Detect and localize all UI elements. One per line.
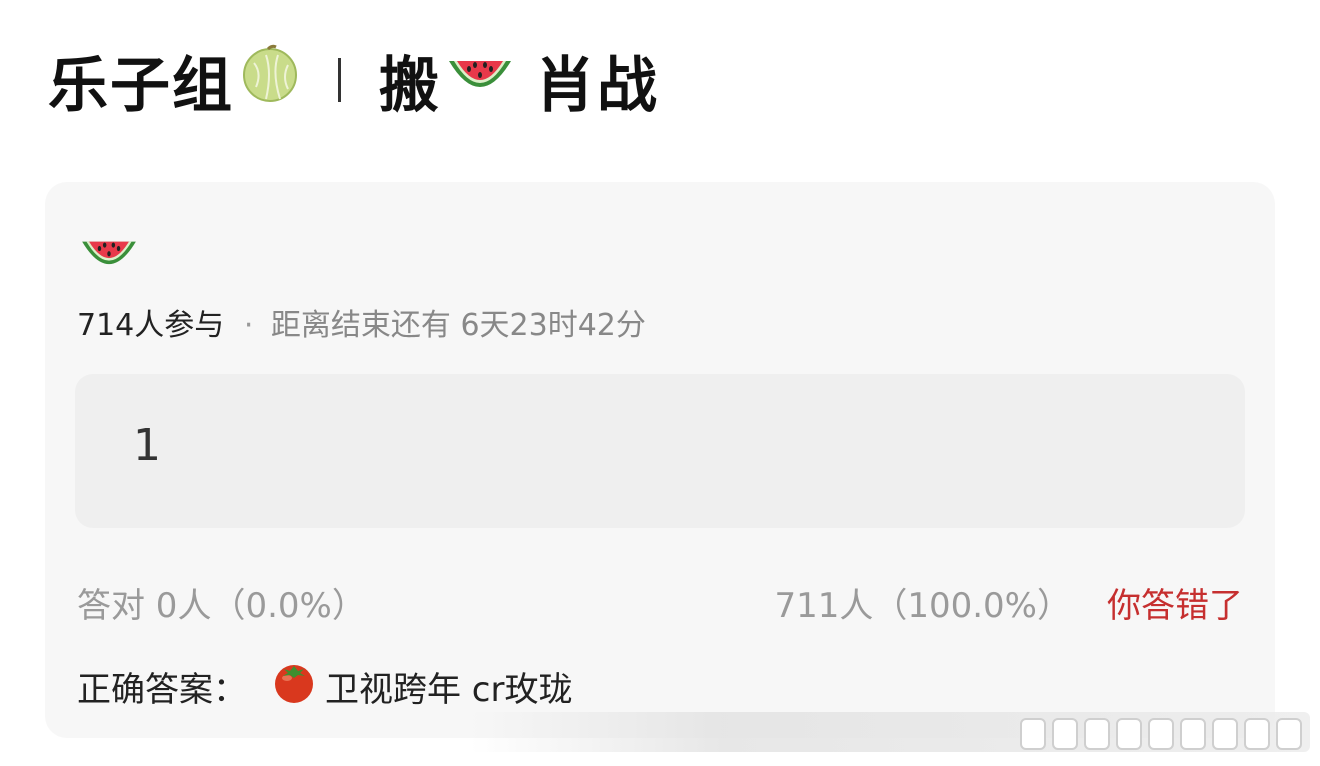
answer-text: 卫视跨年 cr玫珑 xyxy=(325,670,573,710)
correct-stats: 答对 0人（0.0%） xyxy=(77,586,366,626)
watermark-logo xyxy=(1020,718,1302,750)
option-stats: 711人（100.0%） xyxy=(774,586,1071,626)
poll-meta: 714人参与 · 距离结束还有 6天23时42分 xyxy=(77,300,646,344)
watermark xyxy=(470,712,1310,752)
watermelon-icon xyxy=(445,43,515,118)
page-title: 乐子组 搬 肖战 xyxy=(48,40,659,121)
meta-separator: · xyxy=(243,308,254,343)
title-part2: 搬 xyxy=(379,50,441,121)
countdown-text: 距离结束还有 6天23时42分 xyxy=(270,308,646,343)
title-part3: 肖战 xyxy=(535,50,659,121)
title-divider xyxy=(338,58,341,102)
poll-option[interactable]: 1 xyxy=(75,374,1245,528)
poll-card: 714人参与 · 距离结束还有 6天23时42分 1 答对 0人（0.0%） 7… xyxy=(45,182,1275,738)
watermelon-icon xyxy=(77,226,141,282)
answer-prefix: 正确答案： xyxy=(77,670,247,710)
melon-icon xyxy=(240,43,300,118)
tomato-icon xyxy=(271,660,317,713)
option-label: 1 xyxy=(133,420,161,471)
title-part1: 乐子组 xyxy=(48,50,234,121)
correct-answer: 正确答案： 卫视跨年 cr玫珑 xyxy=(77,660,572,713)
result-label: 你答错了 xyxy=(1107,586,1243,626)
option-stats-group: 711人（100.0%） 你答错了 xyxy=(774,578,1243,627)
participant-count: 714人参与 xyxy=(77,308,225,343)
weibo-poll-screenshot: 乐子组 搬 肖战 714人参与 · 距离结束还有 6天23时42分 1 答对 0… xyxy=(0,0,1320,766)
